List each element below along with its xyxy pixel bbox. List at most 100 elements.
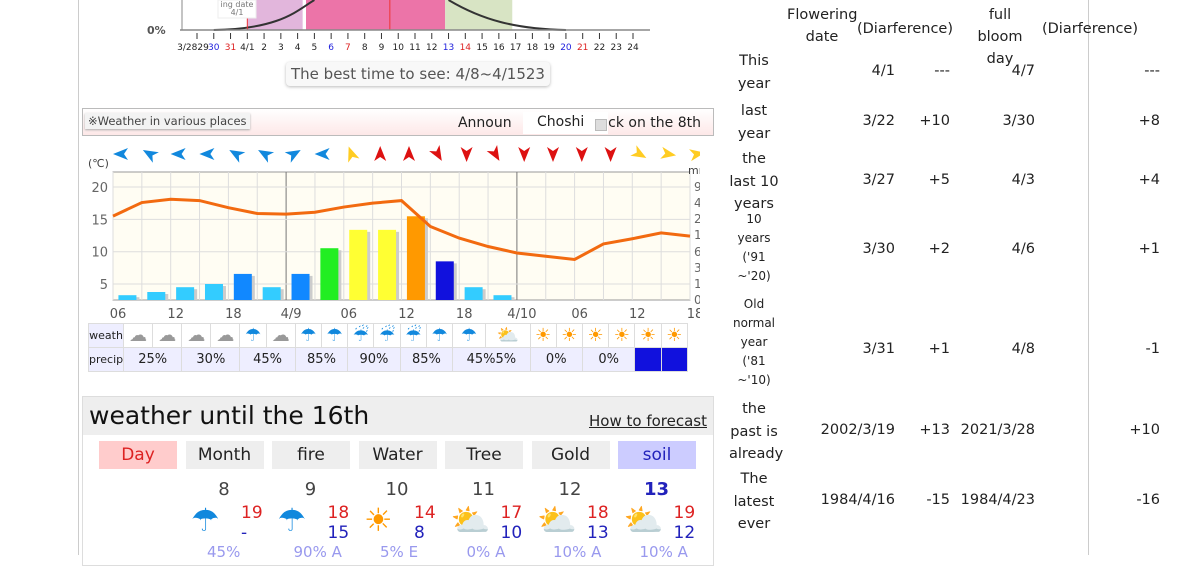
best-bloom-band xyxy=(306,0,446,30)
precip-bar xyxy=(349,229,368,300)
x-tick-label: 18 xyxy=(687,307,700,320)
checkbox[interactable] xyxy=(595,119,607,131)
flower-date-value: 4/1 xyxy=(231,8,244,17)
bloom-chart: ing date4/10%3/2829 30 31 4/1 2 3 4 5 6 7 8 9 10 11 12… xyxy=(147,0,650,53)
sun-icon: ☀ xyxy=(364,501,393,539)
cloud-icon: ☁ xyxy=(210,323,241,348)
x-tick-label: 18 xyxy=(527,43,539,53)
wind-arrow-icon xyxy=(142,150,159,163)
umbrella-cloud-icon: ☂ xyxy=(452,323,486,348)
high-temp: 19 xyxy=(673,503,696,523)
x-tick-label: 12 xyxy=(167,307,184,320)
weekday-header: fire xyxy=(272,441,350,469)
x-tick-label: 12 xyxy=(426,43,437,53)
divider xyxy=(78,0,79,555)
full-bloom-diff: --- xyxy=(1144,63,1160,79)
day-number: 8 xyxy=(218,479,230,500)
wind-arrow-icon xyxy=(170,148,186,160)
wind-arrow-icon xyxy=(660,146,677,159)
x-tick-label: 24 xyxy=(627,43,639,53)
column-header: (Diarference) xyxy=(1041,21,1139,37)
full-bloom-date: 1984/4/23 xyxy=(960,492,1035,508)
y-right-tick: 1 xyxy=(694,277,700,291)
full-bloom-diff: -16 xyxy=(1136,492,1160,508)
weather-row-label: weath xyxy=(87,323,125,348)
wind-arrow-icon xyxy=(374,146,387,161)
full-bloom-date: 4/6 xyxy=(1011,241,1035,257)
precip-prob: 0% xyxy=(529,347,583,372)
weekday-header: Tree xyxy=(445,441,523,469)
high-temp: 18 xyxy=(327,503,350,523)
x-tick-label: 12 xyxy=(629,307,646,320)
precip-bar xyxy=(176,287,195,300)
heavy-rain-icon: ☔ xyxy=(347,323,375,348)
column-header: (Diarference) xyxy=(856,21,954,37)
x-tick-label: 06 xyxy=(110,307,127,320)
full-bloom-diff: +1 xyxy=(1138,241,1160,257)
precip-prob: 0% A xyxy=(466,543,506,561)
x-tick-label: 4/1 xyxy=(240,43,254,53)
precip-bar xyxy=(406,216,425,300)
precip-bar xyxy=(291,273,310,300)
x-tick-label: 4 xyxy=(295,43,301,53)
x-tick-label: 12 xyxy=(398,307,415,320)
precip-prob: 45% xyxy=(239,347,296,372)
x-tick-label: 16 xyxy=(493,43,505,53)
precip-prob: 90% xyxy=(347,347,401,372)
best-time-label: The best time to see: 4/8~4/1523 xyxy=(286,62,550,86)
no-data-cell xyxy=(634,347,662,372)
x-tick-label: 13 xyxy=(443,43,454,53)
umbrella-cloud-icon: ☂ xyxy=(239,323,267,348)
low-temp: - xyxy=(241,523,248,543)
sun-cloud-icon: ⛅ xyxy=(484,323,531,348)
sun-cloud-icon: ⛅ xyxy=(450,501,491,539)
x-tick-label: 6 xyxy=(328,43,334,53)
divider xyxy=(1088,0,1089,555)
x-tick-label: 5 xyxy=(312,43,318,53)
row-label: the past is already xyxy=(729,401,784,462)
row-label: the last 10 years xyxy=(729,151,779,212)
x-tick-label: 9 xyxy=(379,43,385,53)
y-left-tick: 10 xyxy=(91,246,108,261)
precip-prob: 10% A xyxy=(553,543,602,561)
x-tick-label: 15 xyxy=(476,43,487,53)
wind-arrow-icon xyxy=(113,148,128,160)
precip-prob: 30% xyxy=(181,347,241,372)
umbrella-cloud-icon: ☂ xyxy=(191,501,220,539)
weekday-header: soil xyxy=(618,441,696,469)
row-label: This year xyxy=(737,53,771,92)
full-bloom-date: 4/8 xyxy=(1011,341,1035,357)
y-right-tick: 48 xyxy=(694,196,700,210)
row-label: 10 years ('91 ~'20) xyxy=(737,212,771,283)
weather-chart: 2015105(℃)mm9648241263100612184/90612184… xyxy=(88,144,700,320)
wind-arrow-icon xyxy=(199,148,215,160)
y-right-tick: 6 xyxy=(694,245,700,259)
sun-icon: ☀ xyxy=(581,323,610,348)
wind-arrow-icon xyxy=(429,144,442,161)
column-header: Flowering date xyxy=(787,7,858,45)
precip-prob: 85% xyxy=(294,347,349,372)
x-tick-label: 3 xyxy=(278,43,284,53)
x-tick-label: 4/10 xyxy=(507,307,536,320)
full-bloom-date: 2021/3/28 xyxy=(960,422,1035,438)
day-number: 9 xyxy=(304,479,317,500)
precip-bar xyxy=(493,295,512,300)
sun-icon: ☀ xyxy=(529,323,557,348)
precip-bar xyxy=(262,287,281,300)
low-temp: 12 xyxy=(673,523,696,543)
x-tick-label: 2 xyxy=(261,43,267,53)
cloud-icon: ☁ xyxy=(265,323,296,348)
wind-arrow-icon xyxy=(486,144,500,161)
sun-icon: ☀ xyxy=(634,323,662,348)
weekday-header: Gold xyxy=(531,441,610,469)
full-bloom-diff: +8 xyxy=(1138,113,1160,129)
umbrella-icon: ☂ xyxy=(277,501,307,539)
full-bloom-date: 3/30 xyxy=(1002,113,1035,129)
weekly-title: weather until the 16th xyxy=(89,401,370,430)
x-tick-label: 17 xyxy=(510,43,521,53)
x-tick-label: 18 xyxy=(225,307,242,320)
x-tick-label: 18 xyxy=(456,307,473,320)
how-to-forecast-link[interactable]: How to forecast xyxy=(589,412,707,430)
y-right-label: mm xyxy=(688,164,700,177)
sun-cloud-icon: ⛅ xyxy=(623,501,664,539)
